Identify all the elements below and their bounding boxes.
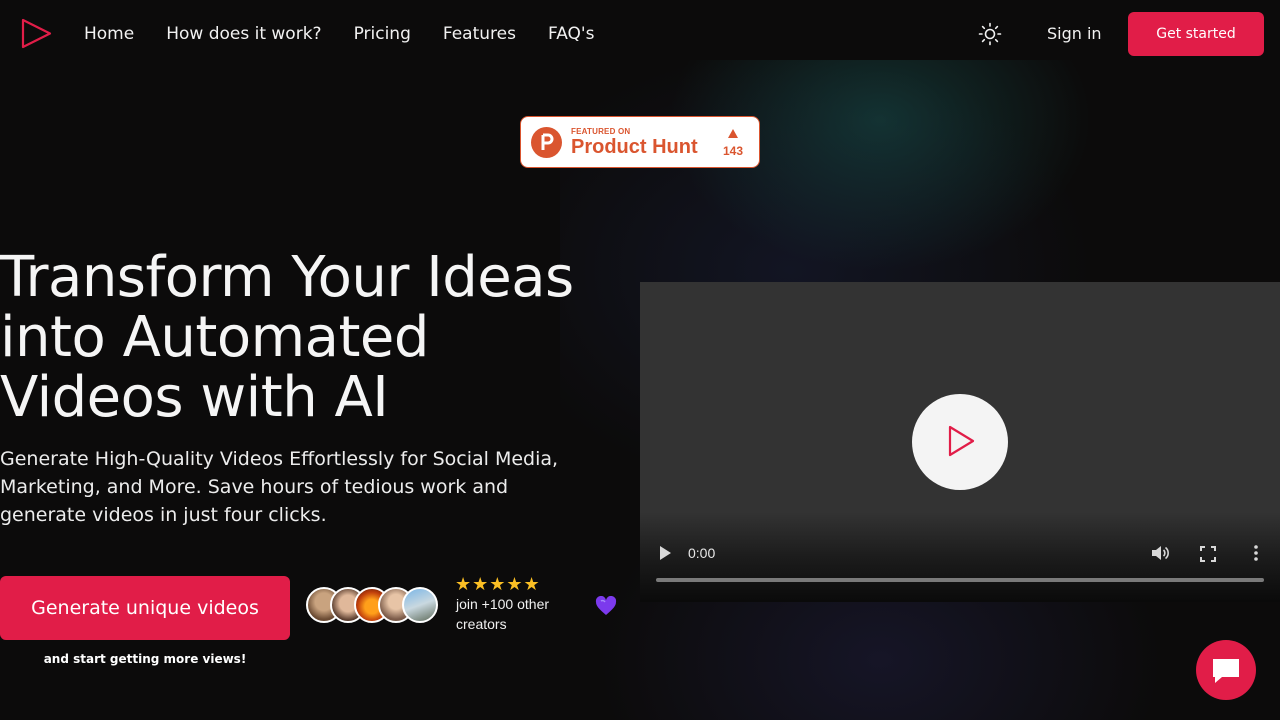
product-hunt-name: Product Hunt bbox=[571, 136, 698, 158]
nav-features-link[interactable]: Features bbox=[443, 22, 516, 46]
upvote-arrow-icon bbox=[728, 129, 738, 138]
chat-widget-button[interactable] bbox=[1196, 640, 1256, 700]
video-progress-bar[interactable] bbox=[656, 578, 1264, 582]
logo-play-icon[interactable] bbox=[18, 16, 54, 52]
hero-title-line: into Automated bbox=[0, 305, 429, 370]
nav-faq-link[interactable]: FAQ's bbox=[548, 22, 594, 46]
get-started-button[interactable]: Get started bbox=[1128, 12, 1264, 56]
purple-heart-icon bbox=[595, 596, 617, 615]
nav-pricing-link[interactable]: Pricing bbox=[354, 22, 411, 46]
play-icon bbox=[948, 425, 975, 457]
social-proof-text: join +100 other creators bbox=[456, 596, 550, 632]
nav-how-it-works-link[interactable]: How does it work? bbox=[166, 22, 321, 46]
demo-video-player[interactable]: 0:00 bbox=[640, 282, 1280, 602]
volume-icon[interactable] bbox=[1150, 544, 1170, 562]
creator-avatars bbox=[306, 587, 446, 625]
control-play-icon[interactable] bbox=[658, 545, 672, 561]
top-navigation: Home How does it work? Pricing Features … bbox=[0, 0, 1280, 68]
chat-bubble-icon bbox=[1213, 659, 1239, 683]
hero-title-line: Videos with AI bbox=[0, 365, 389, 430]
nav-home-link[interactable]: Home bbox=[84, 22, 134, 46]
video-current-time: 0:00 bbox=[688, 545, 716, 561]
avatar bbox=[402, 587, 438, 623]
product-hunt-featured-label: FEATURED ON bbox=[571, 127, 631, 136]
video-play-button[interactable] bbox=[912, 394, 1008, 490]
sun-icon[interactable] bbox=[976, 20, 1004, 48]
product-hunt-logo-icon bbox=[531, 127, 562, 158]
more-options-icon[interactable] bbox=[1252, 544, 1260, 562]
hero-title-line: Transform Your Ideas bbox=[0, 245, 574, 310]
hero-title: Transform Your Ideas into Automated Vide… bbox=[0, 248, 620, 428]
rating-stars: ★★★★★ bbox=[455, 574, 541, 595]
cta-note: and start getting more views! bbox=[43, 652, 247, 666]
upvote-count: 143 bbox=[722, 144, 744, 158]
sign-in-link[interactable]: Sign in bbox=[1047, 23, 1102, 45]
generate-videos-button[interactable]: Generate unique videos bbox=[0, 576, 290, 640]
nav-links: Home How does it work? Pricing Features … bbox=[84, 22, 594, 46]
product-hunt-badge[interactable]: FEATURED ON Product Hunt 143 bbox=[520, 116, 760, 168]
fullscreen-icon[interactable] bbox=[1200, 546, 1216, 562]
hero-subtitle: Generate High-Quality Videos Effortlessl… bbox=[0, 448, 559, 526]
